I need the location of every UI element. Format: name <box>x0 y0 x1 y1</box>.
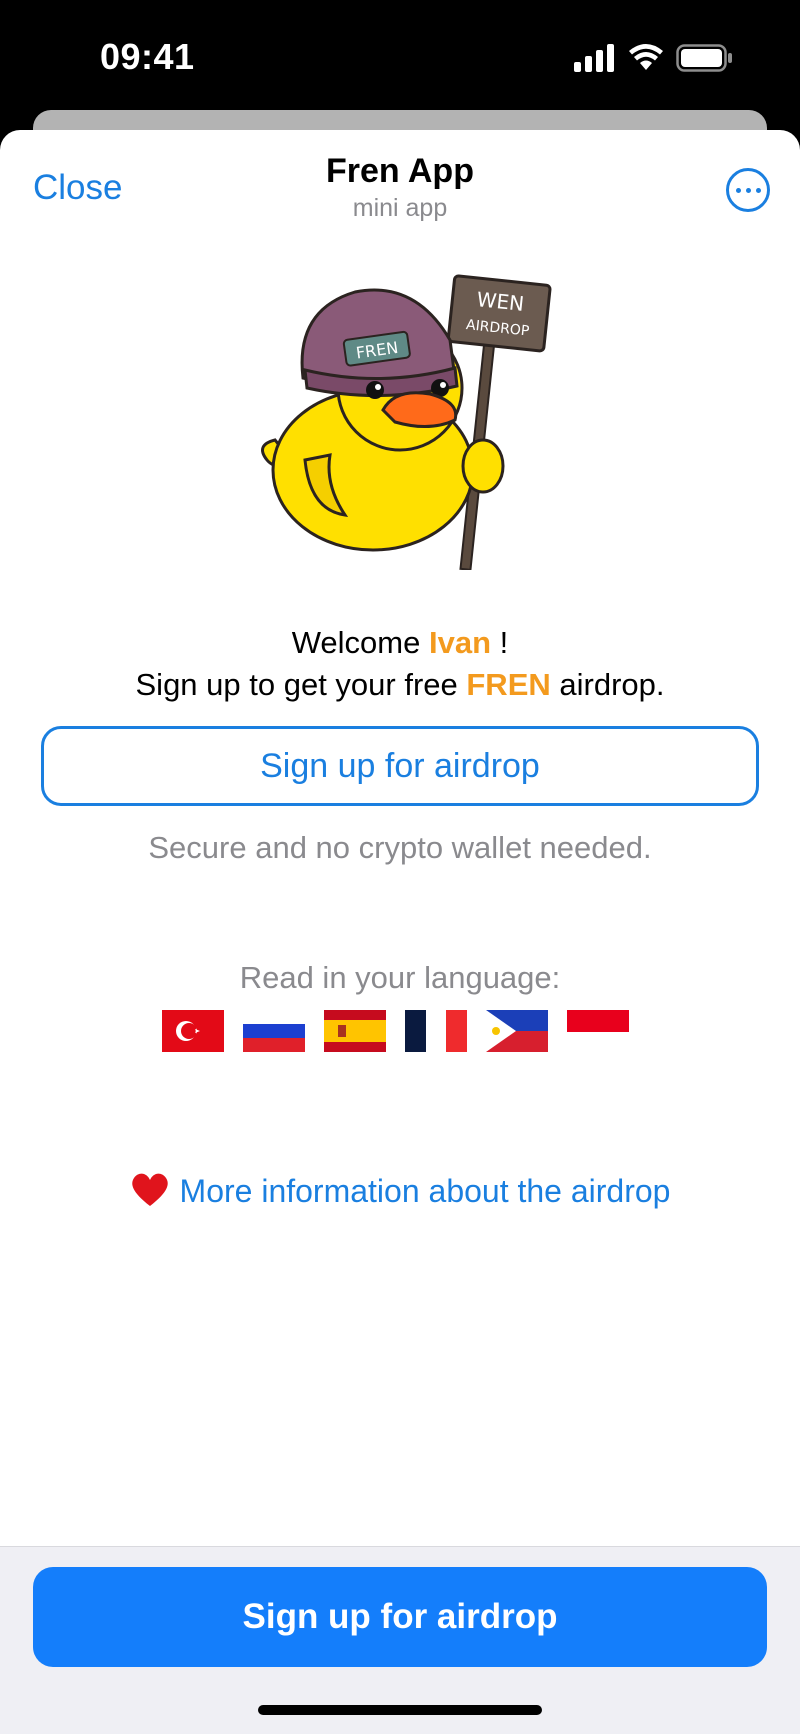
flag-russia-icon[interactable] <box>243 1010 305 1052</box>
app-title: Fren App <box>326 152 474 190</box>
home-indicator <box>258 1705 542 1715</box>
signup-airdrop-button-outline[interactable]: Sign up for airdrop <box>41 726 759 806</box>
signup-prompt-prefix: Sign up to get your free <box>135 667 467 702</box>
more-dot-icon <box>736 188 741 193</box>
signup-airdrop-button-primary[interactable]: Sign up for airdrop <box>33 1567 767 1667</box>
flag-philippines-icon[interactable] <box>486 1010 548 1052</box>
flag-spain-icon[interactable] <box>324 1010 386 1052</box>
battery-icon <box>676 44 732 72</box>
wifi-icon <box>629 44 663 70</box>
cellular-signal-icon <box>574 44 614 72</box>
welcome-suffix: ! <box>491 625 509 660</box>
user-name: Ivan <box>428 625 492 660</box>
duck-mascot-illustration: WEN AIRDROP FREN <box>261 274 552 570</box>
signup-prompt-suffix: airdrop. <box>550 667 665 702</box>
welcome-line: Welcome Ivan ! <box>0 622 800 664</box>
signup-prompt-line: Sign up to get your free FREN airdrop. <box>0 664 800 706</box>
bottom-action-bar: Sign up for airdrop <box>0 1546 800 1734</box>
more-dot-icon <box>756 188 761 193</box>
welcome-message: Welcome Ivan ! Sign up to get your free … <box>0 622 800 706</box>
language-flags <box>162 1010 642 1054</box>
heart-icon <box>131 1173 168 1206</box>
flag-indonesia-icon[interactable] <box>567 1010 629 1032</box>
app-subtitle: mini app <box>352 194 448 222</box>
status-bar: 09:41 <box>0 0 800 110</box>
status-time: 09:41 <box>100 36 195 77</box>
language-label: Read in your language: <box>239 960 561 995</box>
flag-turkey-icon[interactable] <box>162 1010 224 1052</box>
more-options-button[interactable] <box>726 168 770 212</box>
sign-wen-text: WEN <box>476 287 526 316</box>
welcome-prefix: Welcome <box>291 625 429 660</box>
secure-note: Secure and no crypto wallet needed. <box>148 830 652 865</box>
more-info-link[interactable]: More information about the airdrop <box>0 1170 800 1210</box>
more-info-label: More information about the airdrop <box>179 1173 671 1209</box>
more-dot-icon <box>746 188 751 193</box>
mini-app-sheet: Close Fren App mini app WEN AIRDROP FREN… <box>0 130 800 1734</box>
token-name: FREN <box>466 667 551 702</box>
flag-france-icon[interactable] <box>405 1010 467 1052</box>
